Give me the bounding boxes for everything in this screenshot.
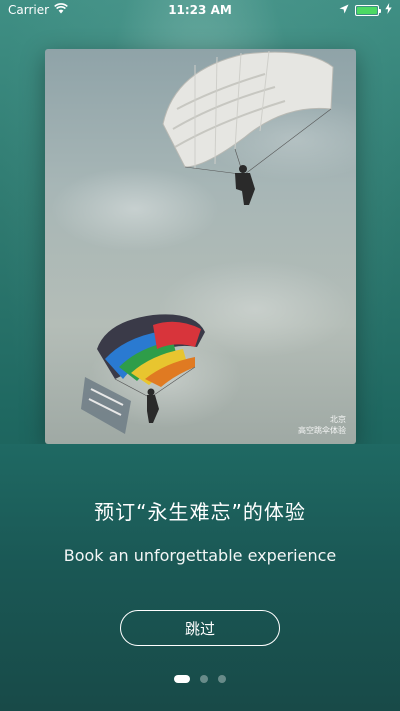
status-left: Carrier [8, 3, 68, 17]
page-dot[interactable] [200, 675, 208, 683]
charging-bolt-icon [385, 3, 392, 17]
location-arrow-icon [339, 3, 349, 17]
caption-experience: 高空跳伞体验 [298, 426, 346, 435]
page-dot[interactable] [174, 675, 190, 683]
skydiving-illustration [81, 50, 334, 434]
status-bar: Carrier 11:23 AM [0, 0, 400, 20]
experience-photo: 北京 高空跳伞体验 [45, 49, 356, 444]
white-parachute [162, 50, 334, 205]
wifi-icon [54, 3, 68, 17]
carrier-label: Carrier [8, 3, 50, 17]
rainbow-parachute [81, 314, 205, 434]
battery-icon [355, 4, 381, 16]
skip-button[interactable]: 跳过 [120, 610, 280, 646]
onboarding-screen: Carrier 11:23 AM 北京 高空跳伞体验 预订“永生难忘”的体验 B… [0, 0, 400, 711]
onboarding-headline: 预订“永生难忘”的体验 [94, 500, 306, 524]
onboarding-subline: Book an unforgettable experience [63, 546, 337, 565]
status-right [339, 3, 392, 17]
battery-level [357, 6, 377, 14]
caption-city: 北京 [330, 415, 346, 424]
page-dot[interactable] [218, 675, 226, 683]
photo-caption: 北京 高空跳伞体验 [298, 414, 346, 436]
page-indicator[interactable] [0, 675, 400, 683]
onboarding-panel: 预订“永生难忘”的体验 Book an unforgettable experi… [0, 444, 400, 711]
